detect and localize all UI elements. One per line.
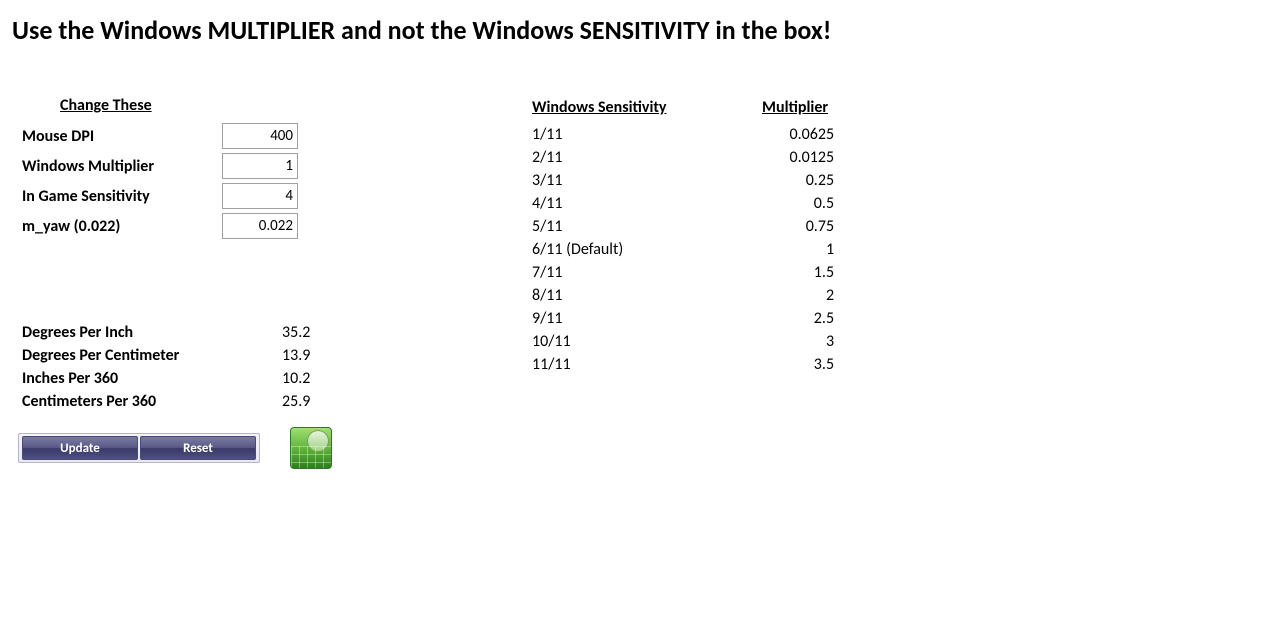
sens-cell: 11/11 xyxy=(532,353,742,376)
mult-cell: 1 xyxy=(742,238,838,261)
sensitivity-table: Windows Sensitivity Multiplier 1/110.062… xyxy=(532,96,838,376)
mult-cell: 0.0125 xyxy=(742,146,838,169)
sens-cell: 3/11 xyxy=(532,169,742,192)
right-column: Windows Sensitivity Multiplier 1/110.062… xyxy=(532,96,838,376)
result-row-inches-per-360: Inches Per 360 10.2 xyxy=(18,367,358,390)
table-row: 3/110.25 xyxy=(532,169,838,192)
table-row: 4/110.5 xyxy=(532,192,838,215)
mult-cell: 0.25 xyxy=(742,169,838,192)
result-row-degrees-per-centimeter: Degrees Per Centimeter 13.9 xyxy=(18,344,358,367)
mult-cell: 0.5 xyxy=(742,192,838,215)
label-centimeters-per-360: Centimeters Per 360 xyxy=(18,390,278,413)
table-row: 2/110.0125 xyxy=(532,146,838,169)
input-row-in-game-sensitivity: In Game Sensitivity xyxy=(18,181,302,211)
input-m-yaw[interactable] xyxy=(222,213,298,239)
mult-cell: 2.5 xyxy=(742,307,838,330)
mult-cell: 3.5 xyxy=(742,353,838,376)
globe-icon xyxy=(290,427,332,469)
input-row-mouse-dpi: Mouse DPI xyxy=(18,121,302,151)
input-mouse-dpi[interactable] xyxy=(222,123,298,149)
value-centimeters-per-360: 25.9 xyxy=(278,390,358,413)
button-row: Update Reset xyxy=(18,427,532,469)
table-row: 10/113 xyxy=(532,330,838,353)
result-row-centimeters-per-360: Centimeters Per 360 25.9 xyxy=(18,390,358,413)
value-degrees-per-centimeter: 13.9 xyxy=(278,344,358,367)
inputs-heading: Change These xyxy=(18,96,532,115)
mult-cell: 2 xyxy=(742,284,838,307)
sens-cell: 1/11 xyxy=(532,123,742,146)
left-column: Change These Mouse DPI Windows Multiplie… xyxy=(12,96,532,469)
sens-cell: 8/11 xyxy=(532,284,742,307)
results-table: Degrees Per Inch 35.2 Degrees Per Centim… xyxy=(18,321,358,413)
label-mouse-dpi: Mouse DPI xyxy=(18,121,218,151)
sens-cell: 9/11 xyxy=(532,307,742,330)
table-row: 5/110.75 xyxy=(532,215,838,238)
mult-cell: 0.75 xyxy=(742,215,838,238)
sens-cell: 2/11 xyxy=(532,146,742,169)
sens-cell: 7/11 xyxy=(532,261,742,284)
value-inches-per-360: 10.2 xyxy=(278,367,358,390)
update-button[interactable]: Update xyxy=(22,436,138,460)
input-in-game-sensitivity[interactable] xyxy=(222,183,298,209)
button-bar: Update Reset xyxy=(18,433,260,463)
label-windows-multiplier: Windows Multiplier xyxy=(18,151,218,181)
result-row-degrees-per-inch: Degrees Per Inch 35.2 xyxy=(18,321,358,344)
label-inches-per-360: Inches Per 360 xyxy=(18,367,278,390)
mult-cell: 1.5 xyxy=(742,261,838,284)
label-in-game-sensitivity: In Game Sensitivity xyxy=(18,181,218,211)
table-row: 1/110.0625 xyxy=(532,123,838,146)
header-multiplier: Multiplier xyxy=(742,96,838,123)
inputs-table: Mouse DPI Windows Multiplier In Game Sen… xyxy=(18,121,302,241)
sens-cell: 4/11 xyxy=(532,192,742,215)
table-row: 9/112.5 xyxy=(532,307,838,330)
sens-cell: 5/11 xyxy=(532,215,742,238)
label-degrees-per-inch: Degrees Per Inch xyxy=(18,321,278,344)
input-row-m-yaw: m_yaw (0.022) xyxy=(18,211,302,241)
sens-cell: 10/11 xyxy=(532,330,742,353)
reset-button[interactable]: Reset xyxy=(140,436,256,460)
table-row: 7/111.5 xyxy=(532,261,838,284)
table-row: 6/11 (Default)1 xyxy=(532,238,838,261)
input-row-windows-multiplier: Windows Multiplier xyxy=(18,151,302,181)
label-m-yaw: m_yaw (0.022) xyxy=(18,211,218,241)
table-row: 8/112 xyxy=(532,284,838,307)
table-row: 11/113.5 xyxy=(532,353,838,376)
page-title: Use the Windows MULTIPLIER and not the W… xyxy=(12,14,1252,46)
sens-cell: 6/11 (Default) xyxy=(532,238,742,261)
value-degrees-per-inch: 35.2 xyxy=(278,321,358,344)
mult-cell: 0.0625 xyxy=(742,123,838,146)
input-windows-multiplier[interactable] xyxy=(222,153,298,179)
header-windows-sensitivity: Windows Sensitivity xyxy=(532,96,742,123)
label-degrees-per-centimeter: Degrees Per Centimeter xyxy=(18,344,278,367)
mult-cell: 3 xyxy=(742,330,838,353)
